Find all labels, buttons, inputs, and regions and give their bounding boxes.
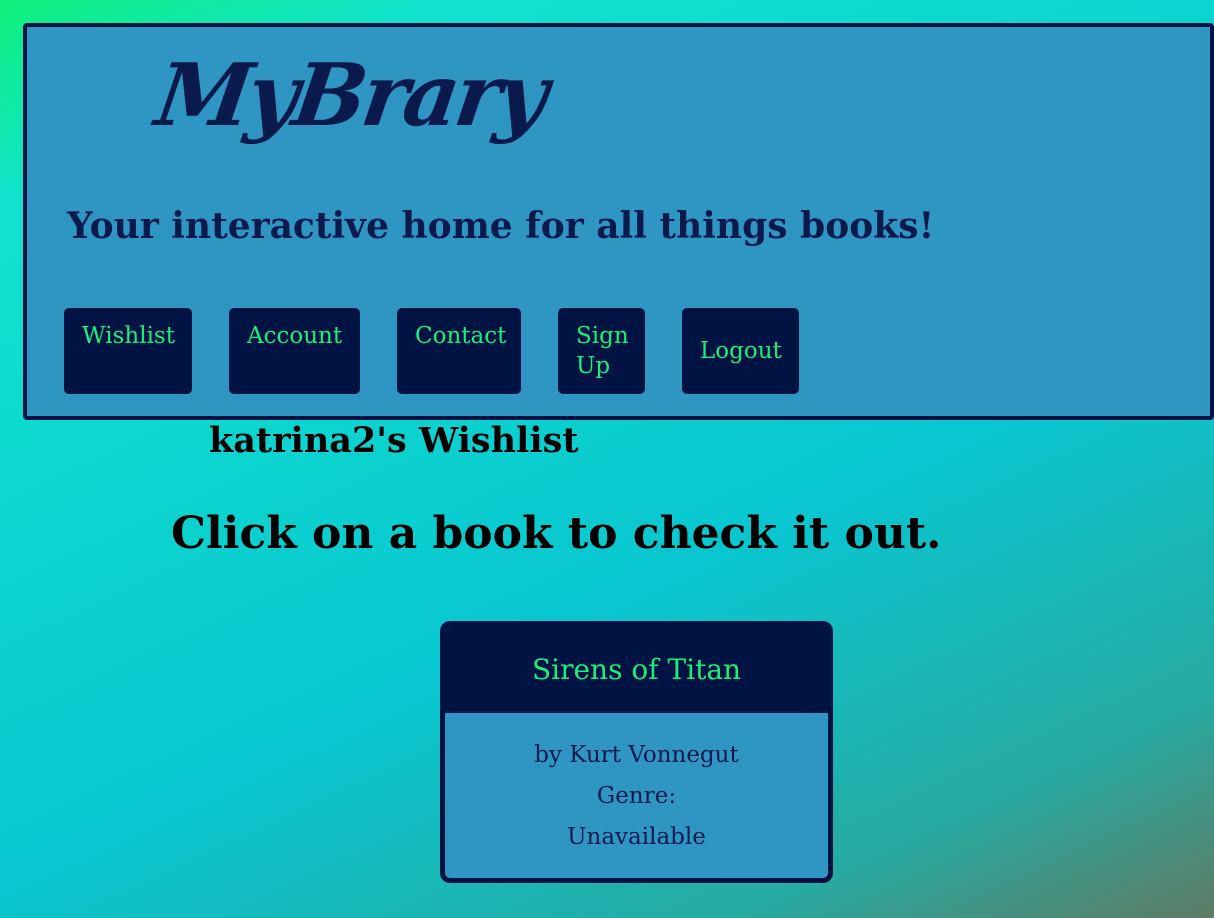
book-card-body: by Kurt Vonnegut Genre: Unavailable	[445, 713, 828, 858]
book-title: Sirens of Titan	[531, 653, 742, 686]
book-card-header: Sirens of Titan	[445, 626, 828, 713]
site-logo[interactable]: MyBrary	[150, 45, 550, 146]
nav-signup-label-line2: Up	[576, 353, 611, 379]
nav-wishlist-button[interactable]: Wishlist	[64, 308, 192, 394]
site-tagline: Your interactive home for all things boo…	[67, 205, 935, 247]
nav-logout-button[interactable]: Logout	[682, 308, 799, 394]
nav-signup-button[interactable]: Sign Up	[558, 308, 645, 394]
nav-signup-label-line1: Sign	[576, 323, 629, 349]
nav-account-label: Account	[247, 323, 343, 349]
book-genre-value: Unavailable	[567, 824, 706, 850]
instruction-heading: Click on a book to check it out.	[171, 508, 942, 559]
book-card[interactable]: Sirens of Titan by Kurt Vonnegut Genre: …	[440, 621, 833, 883]
nav-account-button[interactable]: Account	[229, 308, 360, 394]
site-header: MyBrary Your interactive home for all th…	[23, 23, 1214, 420]
nav-logout-label: Logout	[700, 338, 782, 364]
nav-contact-label: Contact	[415, 323, 507, 349]
book-author: by Kurt Vonnegut	[534, 742, 739, 768]
book-genre-label: Genre:	[596, 783, 677, 809]
nav-wishlist-label: Wishlist	[82, 323, 175, 349]
wishlist-heading: katrina2's Wishlist	[209, 420, 579, 461]
nav-contact-button[interactable]: Contact	[397, 308, 521, 394]
